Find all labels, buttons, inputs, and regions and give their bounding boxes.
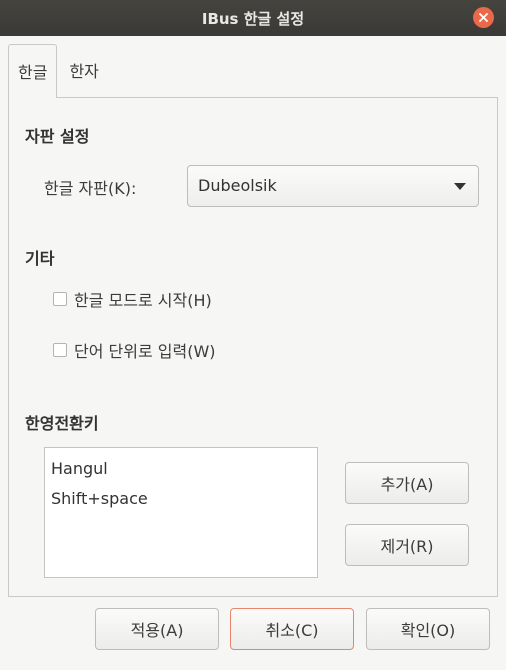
word-unit-input-checkbox[interactable] xyxy=(53,343,67,357)
tab-hangul[interactable]: 한글 xyxy=(8,44,58,98)
list-item[interactable]: Hangul xyxy=(51,454,311,484)
keyboard-layout-label: 한글 자판(K): xyxy=(44,179,137,198)
start-hangul-mode-label: 한글 모드로 시작(H) xyxy=(74,291,212,310)
etc-section-heading: 기타 xyxy=(25,249,55,268)
hotkey-list[interactable]: Hangul Shift+space xyxy=(44,447,318,578)
ok-button[interactable]: 확인(O) xyxy=(366,608,490,650)
window-title: IBus 한글 설정 xyxy=(201,9,305,28)
dropdown-arrow-icon xyxy=(454,183,466,190)
tab-bar: 한글 한자 xyxy=(8,44,111,98)
start-hangul-mode-option[interactable]: 한글 모드로 시작(H) xyxy=(53,288,212,310)
close-icon xyxy=(479,13,488,22)
list-item[interactable]: Shift+space xyxy=(51,484,311,514)
keyboard-layout-select[interactable]: Dubeolsik xyxy=(187,165,479,207)
keyboard-layout-value: Dubeolsik xyxy=(198,176,277,195)
tab-hanja[interactable]: 한자 xyxy=(57,44,110,98)
title-bar: IBus 한글 설정 xyxy=(0,0,506,36)
close-button[interactable] xyxy=(473,7,494,28)
word-unit-input-option[interactable]: 단어 단위로 입력(W) xyxy=(53,339,216,361)
start-hangul-mode-checkbox[interactable] xyxy=(53,292,67,306)
add-hotkey-button[interactable]: 추가(A) xyxy=(345,462,469,504)
remove-hotkey-button[interactable]: 제거(R) xyxy=(345,524,469,566)
cancel-button[interactable]: 취소(C) xyxy=(230,608,354,650)
word-unit-input-label: 단어 단위로 입력(W) xyxy=(74,342,216,361)
layout-section-heading: 자판 설정 xyxy=(25,127,90,146)
apply-button[interactable]: 적용(A) xyxy=(95,608,219,650)
hotkey-section-heading: 한영전환키 xyxy=(25,414,99,433)
